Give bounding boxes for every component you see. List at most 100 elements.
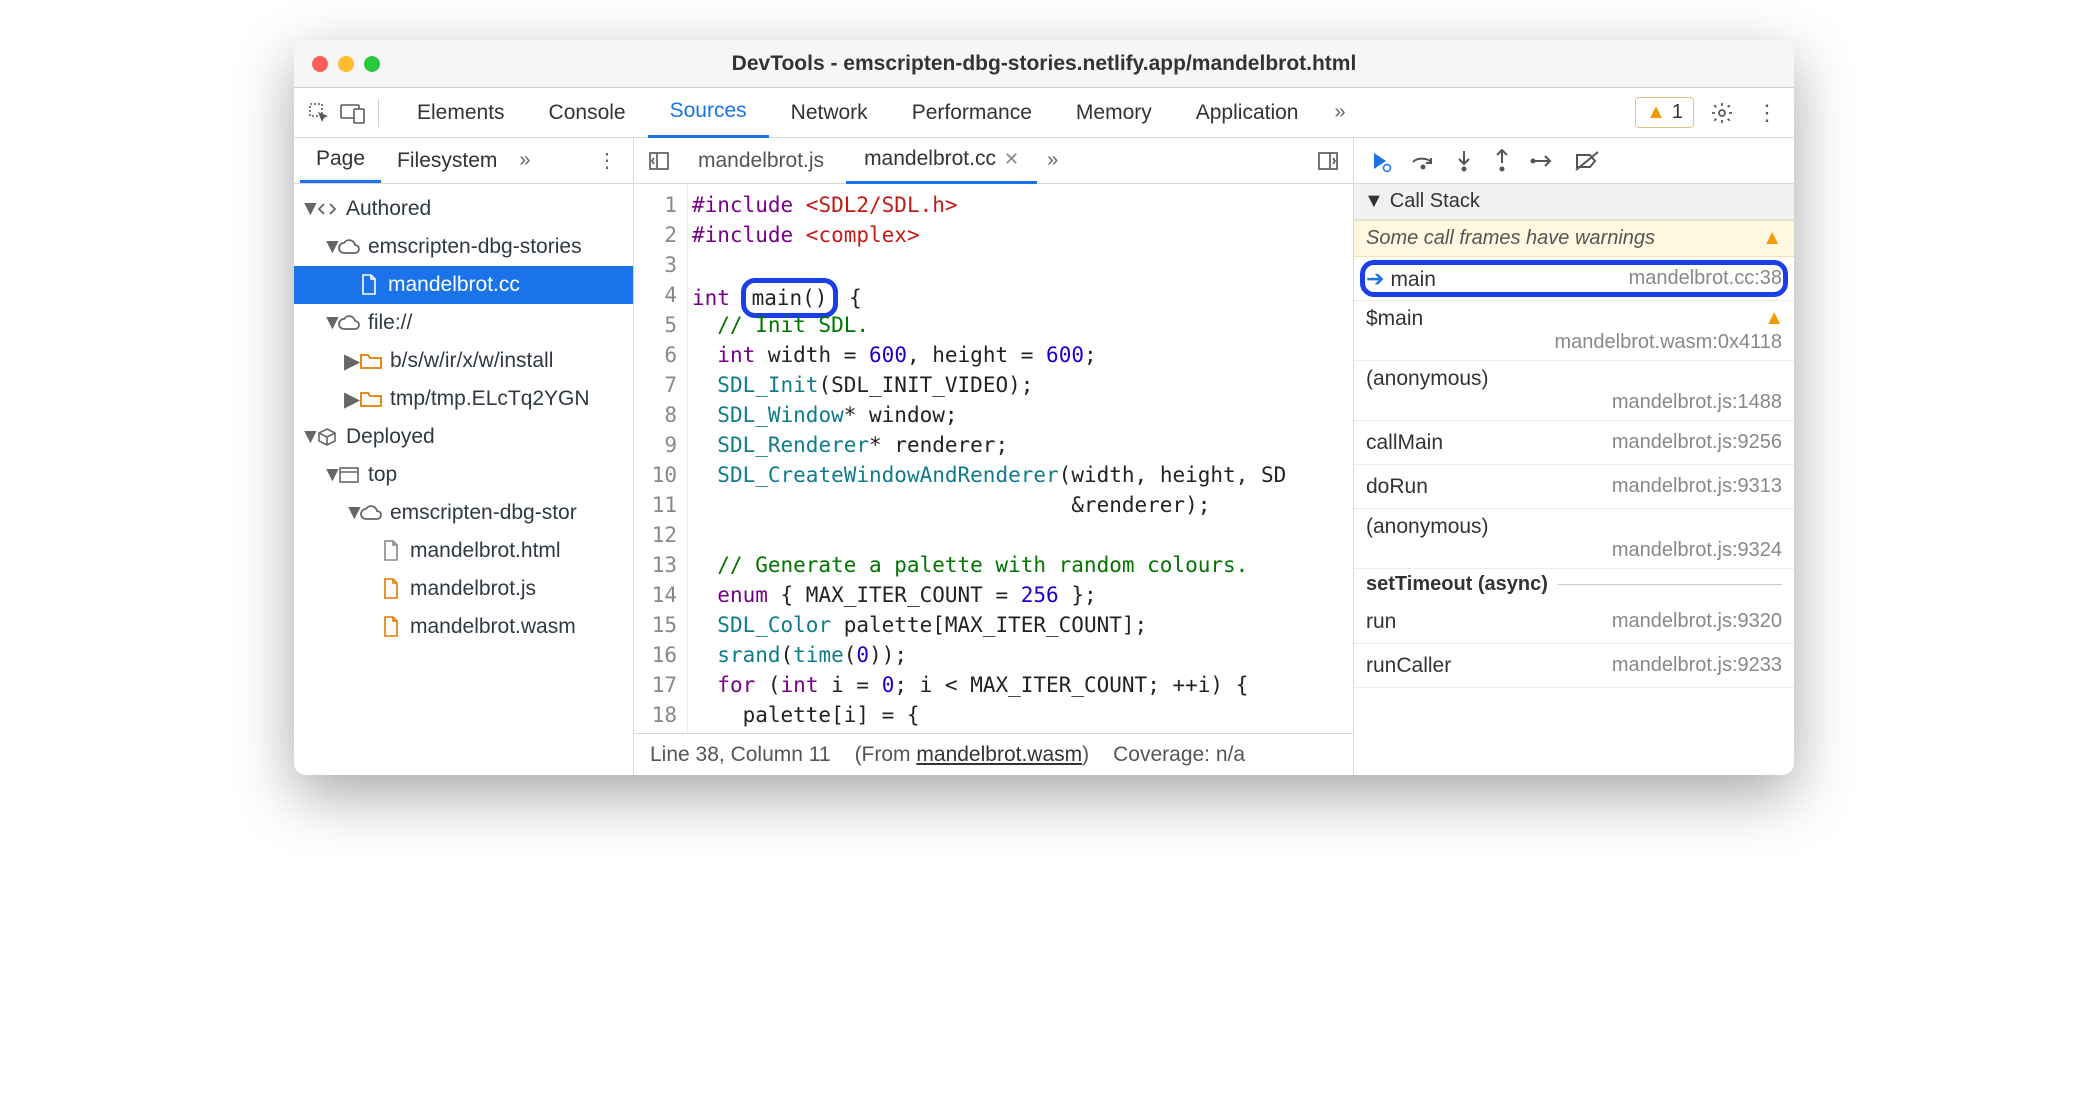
source-from-link[interactable]: mandelbrot.wasm xyxy=(916,743,1082,766)
tree-site[interactable]: ▼ emscripten-dbg-stories xyxy=(294,228,633,266)
disclosure-icon: ▼ xyxy=(300,197,316,221)
tree-label: file:// xyxy=(368,311,412,335)
kebab-menu-icon[interactable]: ⋮ xyxy=(1750,100,1784,126)
callstack-frame[interactable]: (anonymous)mandelbrot.js:9324 xyxy=(1354,509,1794,569)
gutter: 12345678910111213141516171819 xyxy=(634,184,688,733)
tree-label: tmp/tmp.ELcTq2YGN xyxy=(390,387,590,411)
tree-folder-1[interactable]: ▶ b/s/w/ir/x/w/install xyxy=(294,342,633,380)
tab-console[interactable]: Console xyxy=(527,88,648,138)
tree-top[interactable]: ▼ top xyxy=(294,456,633,494)
toggle-navigator-icon[interactable] xyxy=(642,150,676,172)
section-title: Call Stack xyxy=(1390,190,1480,213)
code-content: #include <SDL2/SDL.h>#include <complex>i… xyxy=(688,184,1353,733)
tree-file-wasm[interactable]: mandelbrot.wasm xyxy=(294,608,633,646)
callstack-list: ➔mainmandelbrot.cc:38▲$mainmandelbrot.wa… xyxy=(1354,257,1794,775)
disclosure-icon: ▼ xyxy=(300,425,316,449)
device-toolbar-icon[interactable] xyxy=(338,98,368,128)
tree-file-html[interactable]: mandelbrot.html xyxy=(294,532,633,570)
tree-label: mandelbrot.cc xyxy=(388,273,520,297)
disclosure-icon: ▼ xyxy=(1364,190,1384,213)
file-tree: ▼ Authored ▼ emscripten-dbg-stories mand… xyxy=(294,184,633,775)
code-icon xyxy=(316,199,338,219)
frame-icon xyxy=(338,467,360,483)
cloud-icon xyxy=(338,239,360,255)
callstack-frame[interactable]: (anonymous)mandelbrot.js:1488 xyxy=(1354,361,1794,421)
tree-file-scheme[interactable]: ▼ file:// xyxy=(294,304,633,342)
callstack-frame[interactable]: doRunmandelbrot.js:9313 xyxy=(1354,465,1794,509)
navigator-panel: Page Filesystem » ⋮ ▼ Authored ▼ emscrip… xyxy=(294,138,634,775)
close-window-icon[interactable] xyxy=(312,56,328,72)
tree-folder-2[interactable]: ▶ tmp/tmp.ELcTq2YGN xyxy=(294,380,633,418)
tree-label: mandelbrot.html xyxy=(410,539,561,563)
navtab-page[interactable]: Page xyxy=(300,138,381,183)
navtab-filesystem[interactable]: Filesystem xyxy=(381,138,513,183)
step-icon[interactable] xyxy=(1530,151,1556,171)
tree-label: mandelbrot.js xyxy=(410,577,536,601)
settings-icon[interactable] xyxy=(1704,101,1740,125)
debugger-toolbar xyxy=(1354,138,1794,184)
tab-label: mandelbrot.js xyxy=(698,149,824,173)
tree-label: emscripten-dbg-stor xyxy=(390,501,577,525)
tab-application[interactable]: Application xyxy=(1174,88,1321,138)
warnings-count: 1 xyxy=(1672,101,1683,124)
code-editor[interactable]: 12345678910111213141516171819 #include <… xyxy=(634,184,1353,733)
editor-panel: mandelbrot.js mandelbrot.cc ✕ » 123456789… xyxy=(634,138,1354,775)
tree-label: emscripten-dbg-stories xyxy=(368,235,582,259)
step-out-icon[interactable] xyxy=(1492,149,1512,173)
editor-tab-js[interactable]: mandelbrot.js xyxy=(680,138,842,184)
callstack-header[interactable]: ▼ Call Stack xyxy=(1354,184,1794,220)
tab-network[interactable]: Network xyxy=(769,88,890,138)
debugger-panel: ▼ Call Stack Some call frames have warni… xyxy=(1354,138,1794,775)
folder-icon xyxy=(360,390,382,408)
tab-elements[interactable]: Elements xyxy=(395,88,527,138)
callstack-frame[interactable]: runmandelbrot.js:9320 xyxy=(1354,600,1794,644)
warnings-badge[interactable]: ▲ 1 xyxy=(1635,97,1694,128)
callstack-frame[interactable]: ➔mainmandelbrot.cc:38 xyxy=(1354,257,1794,301)
step-over-icon[interactable] xyxy=(1410,150,1436,172)
close-tab-icon[interactable]: ✕ xyxy=(1004,149,1019,170)
tree-label: mandelbrot.wasm xyxy=(410,615,576,639)
navtab-more-icon[interactable]: » xyxy=(513,138,536,183)
file-icon xyxy=(380,578,402,600)
file-icon xyxy=(380,616,402,638)
tree-file-js[interactable]: mandelbrot.js xyxy=(294,570,633,608)
zoom-window-icon[interactable] xyxy=(364,56,380,72)
tree-deployed-site[interactable]: ▼ emscripten-dbg-stor xyxy=(294,494,633,532)
body: Page Filesystem » ⋮ ▼ Authored ▼ emscrip… xyxy=(294,138,1794,775)
tree-file-mandelbrot-cc[interactable]: mandelbrot.cc xyxy=(294,266,633,304)
warning-icon: ▲ xyxy=(1762,227,1782,250)
coverage-info: Coverage: n/a xyxy=(1113,743,1245,767)
callstack-warning: Some call frames have warnings ▲ xyxy=(1354,220,1794,257)
source-from: (From mandelbrot.wasm) xyxy=(855,743,1090,767)
main-toolbar: Elements Console Sources Network Perform… xyxy=(294,88,1794,138)
tab-label: mandelbrot.cc xyxy=(864,147,996,171)
cloud-icon xyxy=(360,505,382,521)
deactivate-breakpoints-icon[interactable] xyxy=(1574,150,1600,172)
more-tabs-icon[interactable]: » xyxy=(1328,101,1351,124)
minimize-window-icon[interactable] xyxy=(338,56,354,72)
inspect-element-icon[interactable] xyxy=(304,98,334,128)
disclosure-icon: ▼ xyxy=(322,235,338,259)
callstack-frame[interactable]: callMainmandelbrot.js:9256 xyxy=(1354,421,1794,465)
folder-icon xyxy=(360,352,382,370)
tab-performance[interactable]: Performance xyxy=(890,88,1054,138)
disclosure-icon: ▼ xyxy=(322,311,338,335)
callstack-frame[interactable]: runCallermandelbrot.js:9233 xyxy=(1354,644,1794,688)
tab-sources[interactable]: Sources xyxy=(648,88,769,138)
disclosure-icon: ▶ xyxy=(344,349,360,374)
tree-label: Deployed xyxy=(346,425,435,449)
step-into-icon[interactable] xyxy=(1454,149,1474,173)
callstack-frame[interactable]: ▲$mainmandelbrot.wasm:0x4118 xyxy=(1354,301,1794,361)
tree-authored[interactable]: ▼ Authored xyxy=(294,190,633,228)
tab-memory[interactable]: Memory xyxy=(1054,88,1174,138)
toggle-debugger-icon[interactable] xyxy=(1311,150,1345,172)
resume-icon[interactable] xyxy=(1368,149,1392,173)
navtab-kebab-icon[interactable]: ⋮ xyxy=(587,138,627,183)
toolbar-right: ▲ 1 ⋮ xyxy=(1635,97,1784,128)
tree-label: Authored xyxy=(346,197,431,221)
more-editor-tabs-icon[interactable]: » xyxy=(1041,149,1064,172)
editor-tab-cc[interactable]: mandelbrot.cc ✕ xyxy=(846,138,1037,184)
async-separator: setTimeout (async) xyxy=(1354,569,1794,600)
tree-deployed[interactable]: ▼ Deployed xyxy=(294,418,633,456)
traffic-lights xyxy=(312,56,380,72)
